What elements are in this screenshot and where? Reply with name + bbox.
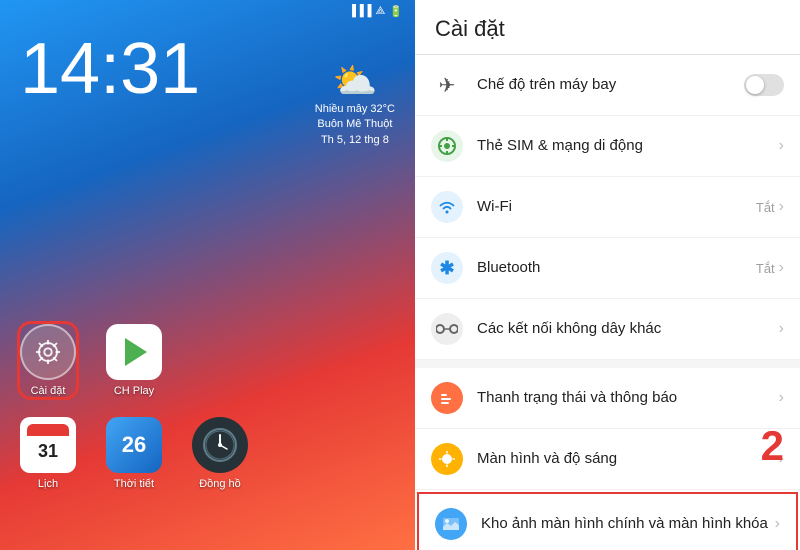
wifi-icon <box>431 191 463 223</box>
settings-title: Cài đặt <box>415 0 800 55</box>
weather-line2: Buôn Mê Thuột <box>315 117 395 132</box>
wallpaper-chevron: › <box>775 515 780 533</box>
settings-item-display[interactable]: Màn hình và độ sáng › <box>415 429 800 490</box>
weather-widget: ⛅ Nhiều mây 32°C Buôn Mê Thuột Th 5, 12 … <box>315 60 395 148</box>
weather-app-icon: 26 <box>106 417 162 473</box>
status-bar: ▐▐▐ ⟁ 🔋 <box>0 0 415 23</box>
weather-label: Thời tiết <box>114 478 154 490</box>
sim-icon <box>431 130 463 162</box>
wifi-chevron-icon: › <box>779 198 784 216</box>
calendar-label: Lịch <box>38 478 58 490</box>
weather-icon: ⛅ <box>315 60 395 102</box>
settings-app-icon <box>20 324 76 380</box>
wallpaper-icon <box>435 508 467 540</box>
calendar-day-num: 31 <box>27 436 69 466</box>
airplane-icon: ✈ <box>431 69 463 101</box>
display-chevron: › <box>779 450 784 468</box>
app-row-1: Cài đặt CH Play <box>20 324 395 397</box>
wifi-label: Wi-Fi <box>477 197 756 217</box>
display-chevron-icon: › <box>779 450 784 468</box>
wifi-right: Tắt › <box>756 198 784 216</box>
app-clock[interactable]: Đồng hồ <box>192 417 248 490</box>
clock-label: Đồng hồ <box>199 478 241 490</box>
sim-chevron-icon: › <box>779 137 784 155</box>
bluetooth-chevron-icon: › <box>779 259 784 277</box>
app-settings[interactable]: Cài đặt <box>20 324 76 397</box>
bluetooth-status-text: Tắt <box>756 261 775 276</box>
settings-item-notifications[interactable]: Thanh trạng thái và thông báo › <box>415 368 800 429</box>
app-grid: Cài đặt CH Play 31 Lịch <box>0 324 415 490</box>
airplane-toggle[interactable] <box>744 74 784 96</box>
chplay-app-icon <box>106 324 162 380</box>
connections-chevron: › <box>779 320 784 338</box>
app-row-2: 31 Lịch 26 Thời tiết <box>20 417 395 490</box>
connections-label: Các kết nối không dây khác <box>477 319 779 339</box>
weather-line3: Th 5, 12 thg 8 <box>315 133 395 148</box>
display-icon <box>431 443 463 475</box>
chplay-label: CH Play <box>114 385 154 397</box>
weather-app-num: 26 <box>122 432 146 458</box>
settings-item-wallpaper[interactable]: Kho ảnh màn hình chính và màn hình khóa … <box>417 492 798 550</box>
wallpaper-label: Kho ảnh màn hình chính và màn hình khóa <box>481 514 775 534</box>
bluetooth-right: Tắt › <box>756 259 784 277</box>
airplane-toggle-switch[interactable] <box>744 74 784 96</box>
signal-icon: ▐▐▐ <box>348 5 371 18</box>
calendar-app-icon: 31 <box>20 417 76 473</box>
app-chplay[interactable]: CH Play <box>106 324 162 397</box>
calendar-month-bar <box>27 424 69 436</box>
clock-app-icon <box>192 417 248 473</box>
sim-label: Thẻ SIM & mạng di động <box>477 136 779 156</box>
bluetooth-label: Bluetooth <box>477 258 756 278</box>
play-icon-triangle <box>125 338 147 366</box>
section-divider-1 <box>415 360 800 368</box>
airplane-label: Chế độ trên máy bay <box>477 75 744 95</box>
wallpaper-chevron-icon: › <box>775 515 780 533</box>
weather-line1: Nhiều mây 32°C <box>315 102 395 117</box>
settings-item-sim[interactable]: Thẻ SIM & mạng di động › <box>415 116 800 177</box>
app-calendar[interactable]: 31 Lịch <box>20 417 76 490</box>
connections-icon <box>431 313 463 345</box>
display-label: Màn hình và độ sáng <box>477 449 779 469</box>
calendar-num-widget: 31 <box>27 424 69 466</box>
wifi-status-icon: ⟁ <box>375 5 385 18</box>
notifications-chevron-icon: › <box>779 389 784 407</box>
settings-item-connections[interactable]: Các kết nối không dây khác › <box>415 299 800 360</box>
sim-chevron: › <box>779 137 784 155</box>
notifications-label: Thanh trạng thái và thông báo <box>477 388 779 408</box>
wifi-status-text: Tắt <box>756 200 775 215</box>
bluetooth-icon: ✱ <box>431 252 463 284</box>
settings-item-bluetooth[interactable]: ✱ Bluetooth Tắt › <box>415 238 800 299</box>
notifications-icon <box>431 382 463 414</box>
app-weather[interactable]: 26 Thời tiết <box>106 417 162 490</box>
settings-item-wifi[interactable]: Wi-Fi Tắt › <box>415 177 800 238</box>
settings-panel: Cài đặt ✈ Chế độ trên máy bay Thẻ SIM & … <box>415 0 800 550</box>
settings-list: ✈ Chế độ trên máy bay Thẻ SIM & mạng di … <box>415 55 800 550</box>
settings-item-airplane[interactable]: ✈ Chế độ trên máy bay <box>415 55 800 116</box>
battery-icon: 🔋 <box>389 5 403 18</box>
notifications-chevron: › <box>779 389 784 407</box>
connections-chevron-icon: › <box>779 320 784 338</box>
settings-label: Cài đặt <box>31 385 66 397</box>
home-screen: ▐▐▐ ⟁ 🔋 14:31 ⛅ Nhiều mây 32°C Buôn Mê T… <box>0 0 415 550</box>
